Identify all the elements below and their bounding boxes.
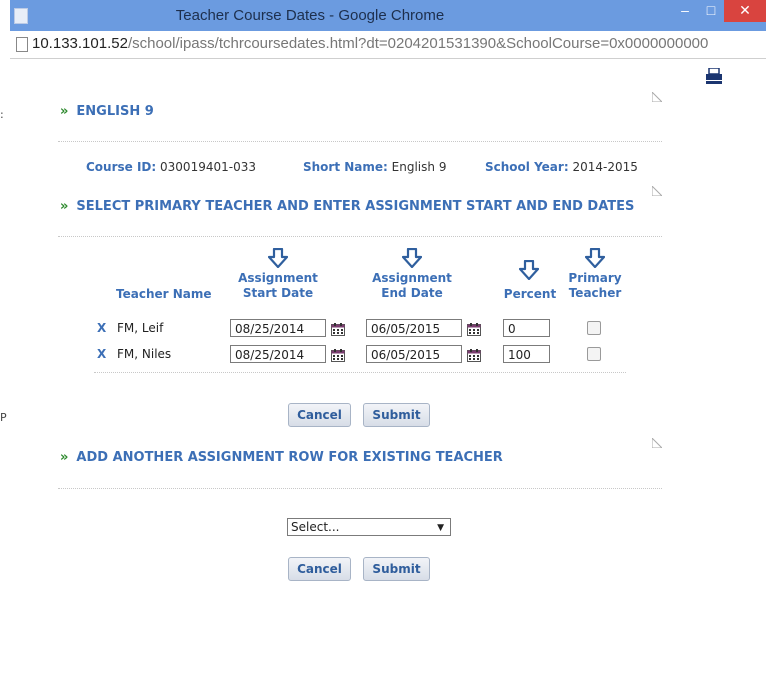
start-date-input[interactable]: 08/25/2014	[230, 319, 326, 337]
divider	[58, 236, 662, 237]
course-heading: » ENGLISH 9	[60, 104, 154, 119]
start-date-input[interactable]: 08/25/2014	[230, 345, 326, 363]
course-id-label: Course ID:	[86, 160, 157, 174]
calendar-icon[interactable]	[331, 347, 345, 362]
cancel-button[interactable]: Cancel	[288, 403, 351, 427]
down-arrow-icon	[584, 247, 606, 269]
header-percent: Percent	[503, 287, 557, 301]
minimize-button[interactable]: –	[672, 0, 698, 22]
header-primary-teacher: Primary Teacher	[565, 271, 625, 301]
teacher-select[interactable]: Select... ▼	[287, 518, 451, 536]
divider	[58, 488, 662, 489]
add-assignment-title: ADD ANOTHER ASSIGNMENT ROW FOR EXISTING …	[76, 450, 503, 465]
collapse-corner-icon[interactable]	[652, 438, 662, 448]
school-year: School Year: 2014-2015	[485, 160, 638, 174]
close-button[interactable]: ✕	[724, 0, 766, 22]
double-chevron-icon: »	[60, 450, 69, 465]
calendar-icon[interactable]	[467, 321, 481, 336]
primary-section-title: SELECT PRIMARY TEACHER AND ENTER ASSIGNM…	[76, 199, 635, 214]
collapse-corner-icon[interactable]	[652, 186, 662, 196]
calendar-icon[interactable]	[331, 321, 345, 336]
double-chevron-icon: »	[60, 104, 69, 119]
course-title: ENGLISH 9	[76, 104, 154, 119]
end-date-input[interactable]: 06/05/2015	[366, 345, 462, 363]
end-date-input[interactable]: 06/05/2015	[366, 319, 462, 337]
header-start-date: Assignment Start Date	[228, 271, 328, 301]
add-assignment-heading: » ADD ANOTHER ASSIGNMENT ROW FOR EXISTING…	[60, 450, 503, 465]
header-end-date-line1: Assignment	[372, 271, 452, 285]
double-chevron-icon: »	[60, 199, 69, 214]
header-start-date-line2: Start Date	[242, 286, 314, 300]
teacher-select-value: Select...	[291, 520, 340, 534]
header-teacher-name: Teacher Name	[116, 287, 212, 301]
url-path: /school/ipass/tchrcoursedates.html?dt=02…	[127, 35, 709, 52]
primary-section-heading: » SELECT PRIMARY TEACHER AND ENTER ASSIGN…	[60, 199, 634, 214]
teacher-name: FM, Leif	[117, 321, 164, 335]
calendar-icon[interactable]	[467, 347, 481, 362]
document-icon	[16, 37, 28, 52]
printer-icon[interactable]	[705, 67, 723, 84]
percent-input[interactable]: 0	[503, 319, 550, 337]
course-id-value: 030019401-033	[160, 160, 256, 174]
primary-teacher-checkbox[interactable]	[587, 347, 601, 361]
down-arrow-icon	[267, 247, 289, 269]
cancel-button[interactable]: Cancel	[288, 557, 351, 581]
header-end-date: Assignment End Date	[362, 271, 462, 301]
teacher-name: FM, Niles	[117, 347, 172, 361]
submit-button[interactable]: Submit	[363, 557, 430, 581]
remove-row-button[interactable]: X	[97, 347, 106, 361]
short-name-label: Short Name:	[303, 160, 388, 174]
header-end-date-line2: End Date	[381, 286, 443, 300]
down-arrow-icon	[518, 259, 540, 281]
url-text[interactable]: 10.133.101.52/school/ipass/tchrcoursedat…	[32, 35, 708, 52]
percent-input[interactable]: 100	[503, 345, 550, 363]
school-year-label: School Year:	[485, 160, 569, 174]
address-bar[interactable]: 10.133.101.52/school/ipass/tchrcoursedat…	[10, 31, 766, 59]
school-year-value: 2014-2015	[572, 160, 638, 174]
url-host: 10.133.101.52	[32, 35, 128, 52]
primary-teacher-checkbox[interactable]	[587, 321, 601, 335]
table-divider	[94, 372, 626, 373]
divider	[58, 141, 662, 142]
maximize-button[interactable]: □	[698, 0, 724, 22]
down-arrow-icon	[401, 247, 423, 269]
popup-window: Teacher Course Dates - Google Chrome – □…	[10, 0, 766, 675]
collapse-corner-icon[interactable]	[652, 92, 662, 102]
submit-button[interactable]: Submit	[363, 403, 430, 427]
window-title: Teacher Course Dates - Google Chrome	[175, 7, 445, 24]
caret-down-icon: ▼	[437, 523, 444, 533]
header-start-date-line1: Assignment	[238, 271, 318, 285]
edge-fragment: :	[0, 108, 4, 121]
header-primary-line1: Primary	[568, 271, 622, 285]
short-name-value: English 9	[391, 160, 447, 174]
remove-row-button[interactable]: X	[97, 321, 106, 335]
edge-fragment: P	[0, 411, 7, 424]
header-primary-line2: Teacher	[568, 286, 622, 300]
title-bar[interactable]: Teacher Course Dates - Google Chrome – □…	[10, 0, 766, 31]
short-name: Short Name: English 9	[303, 160, 446, 174]
course-id: Course ID: 030019401-033	[86, 160, 256, 174]
